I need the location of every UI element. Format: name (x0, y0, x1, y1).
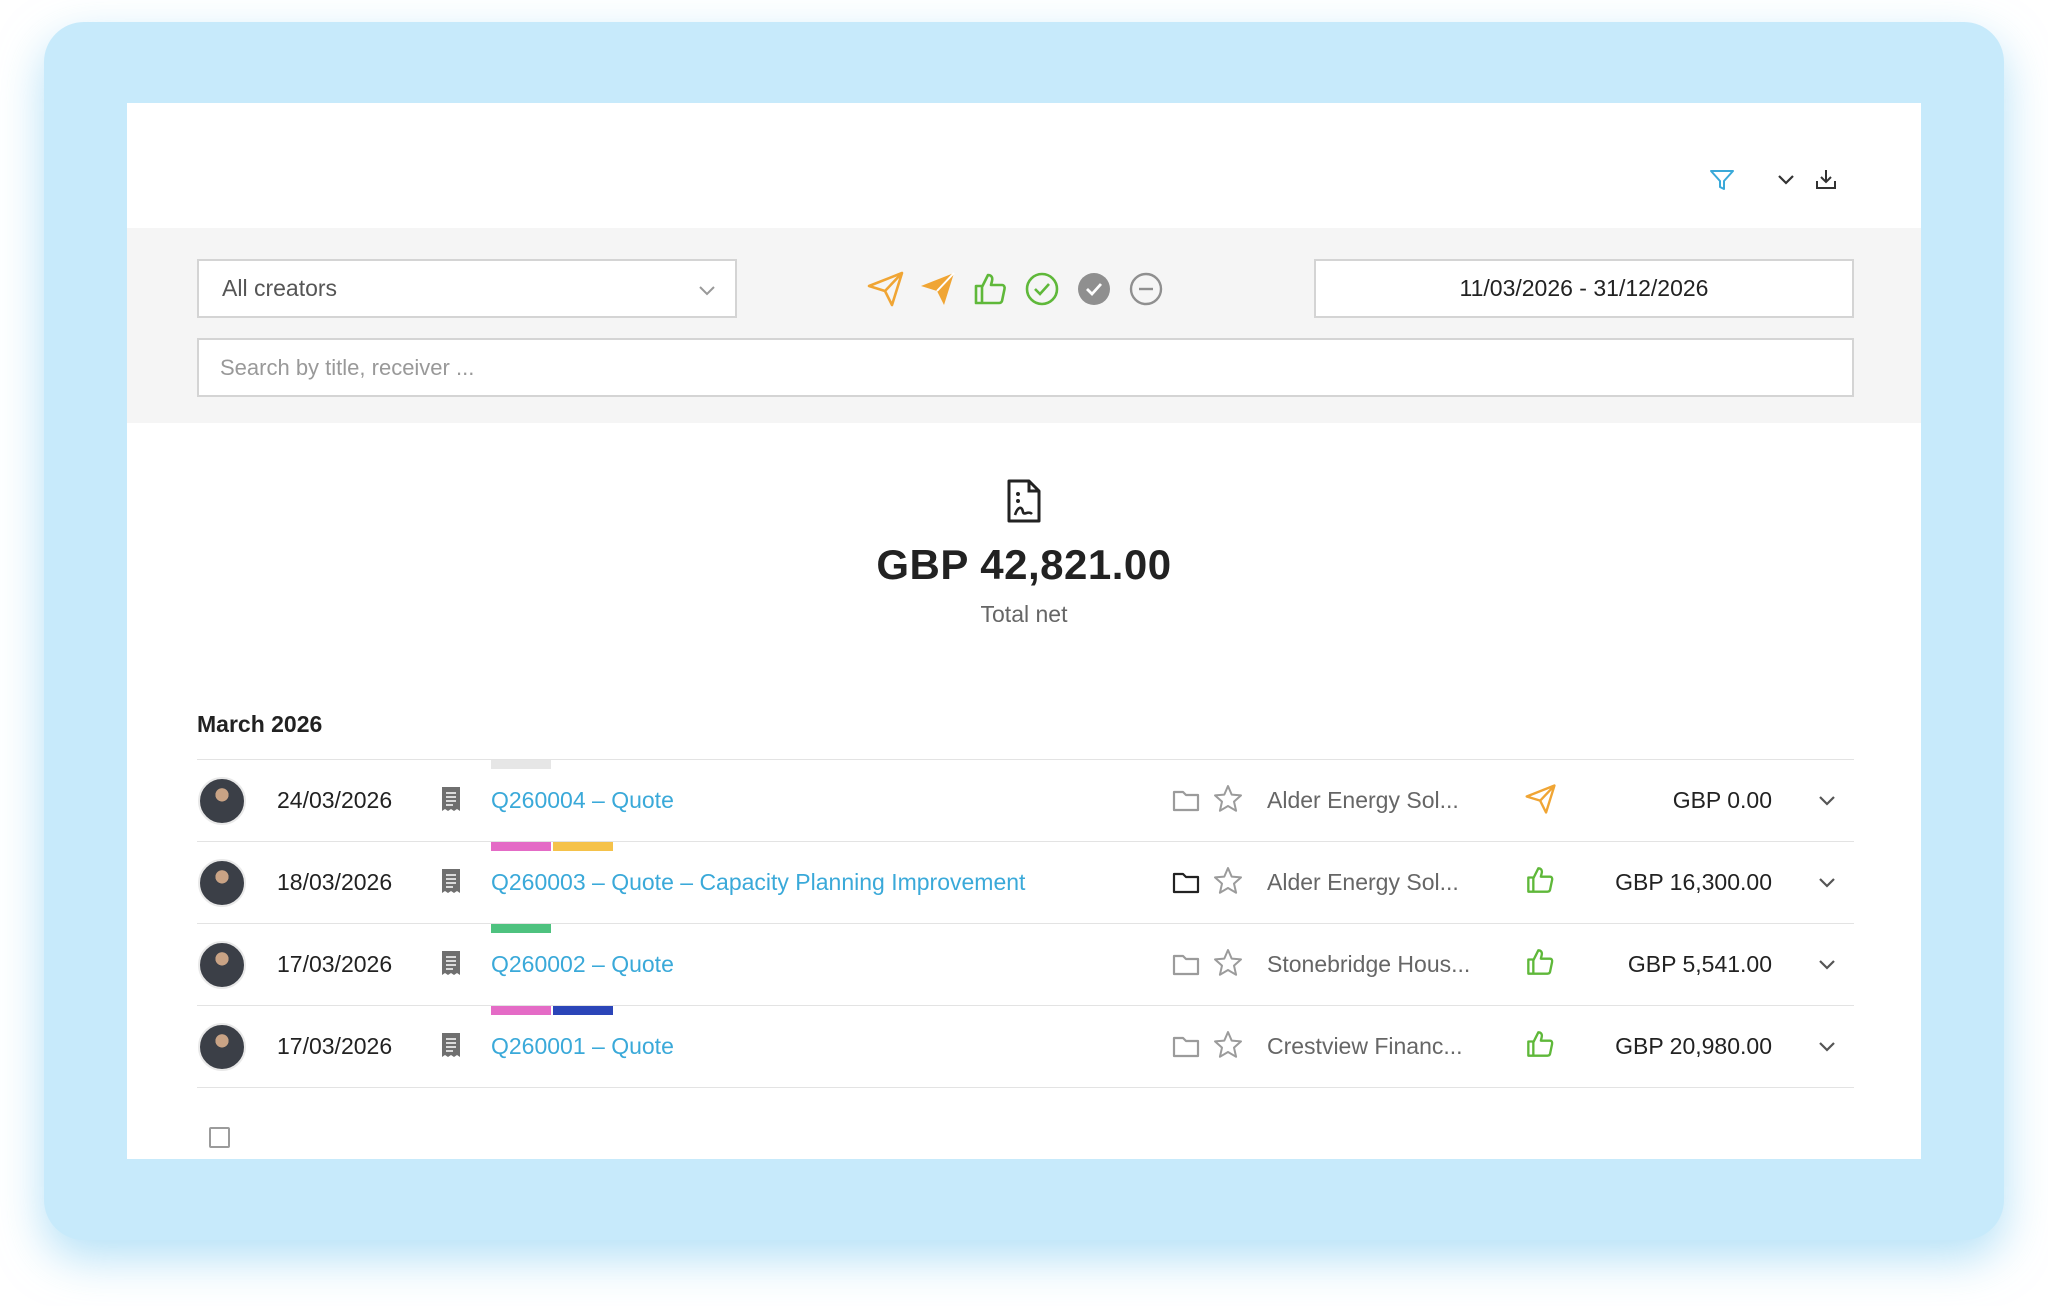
avatar (198, 777, 246, 825)
thumbs-up-icon[interactable] (971, 270, 1009, 308)
label-tag (553, 1006, 613, 1015)
avatar (198, 859, 246, 907)
quote-amount: GBP 0.00 (1672, 787, 1772, 813)
quote-date: 17/03/2026 (277, 951, 393, 977)
paper-plane-outline-icon[interactable] (867, 270, 905, 308)
total-summary: GBP 42,821.00 Total net (127, 478, 1921, 628)
quote-row[interactable]: 18/03/2026 Q260003 – Quote – Capacity Pla… (197, 842, 1854, 924)
receiver-name: Crestview Financ... (1267, 1033, 1463, 1059)
label-tags (491, 924, 551, 933)
filter-icon[interactable] (1707, 165, 1737, 195)
chevron-down-icon[interactable] (1814, 870, 1840, 896)
receipt-icon (439, 785, 463, 813)
total-net-amount: GBP 42,821.00 (876, 541, 1172, 588)
date-range-value: 11/03/2026 - 31/12/2026 (1459, 275, 1709, 301)
download-icon[interactable] (1811, 165, 1841, 195)
quote-date: 17/03/2026 (277, 1033, 393, 1059)
filter-bar: All creators 11/03/2026 - 31/12/2026 Sea… (127, 228, 1921, 423)
label-tag (491, 842, 551, 851)
check-circle-filled-icon[interactable] (1075, 270, 1113, 308)
thumbs-up-icon (1525, 947, 1557, 979)
total-net-label: Total net (980, 601, 1068, 627)
top-actions (1707, 163, 1841, 197)
quote-amount: GBP 5,541.00 (1627, 951, 1772, 977)
quote-title-link[interactable]: Q260002 – Quote (491, 951, 674, 978)
receiver-name: Stonebridge Hous... (1267, 951, 1471, 977)
label-tag (491, 1006, 551, 1015)
quote-list: 24/03/2026 Q260004 – Quote Alder Energy So… (197, 759, 1854, 1088)
creator-select-value: All creators (222, 275, 338, 301)
label-tag (491, 760, 551, 769)
date-range-picker[interactable]: 11/03/2026 - 31/12/2026 (1314, 259, 1854, 318)
quote-title-link[interactable]: Q260003 – Quote – Capacity Planning Impr… (491, 869, 1025, 896)
check-circle-icon[interactable] (1023, 270, 1061, 308)
star-icon[interactable] (1213, 1030, 1243, 1060)
chevron-down-icon[interactable] (1771, 165, 1801, 195)
thumbs-up-icon (1525, 865, 1557, 897)
creator-select[interactable]: All creators (197, 259, 737, 318)
receipt-icon (439, 949, 463, 977)
quote-amount: GBP 20,980.00 (1615, 1033, 1772, 1059)
quotes-panel: All creators 11/03/2026 - 31/12/2026 Sea… (127, 103, 1921, 1159)
label-tags (491, 1006, 613, 1015)
receipt-icon (439, 867, 463, 895)
folder-icon[interactable] (1172, 951, 1200, 977)
search-input[interactable] (197, 338, 1854, 397)
minus-circle-icon[interactable] (1127, 270, 1165, 308)
quote-row[interactable]: 17/03/2026 Q260001 – Quote Crestview Finan… (197, 1006, 1854, 1088)
avatar (198, 941, 246, 989)
folder-icon[interactable] (1172, 787, 1200, 813)
star-icon[interactable] (1213, 866, 1243, 896)
thumbs-up-icon (1525, 1029, 1557, 1061)
label-tag (553, 842, 613, 851)
chevron-down-icon[interactable] (1814, 952, 1840, 978)
month-heading: March 2026 (197, 711, 323, 737)
star-icon[interactable] (1213, 948, 1243, 978)
quote-title-link[interactable]: Q260001 – Quote (491, 1033, 674, 1060)
quote-title-link[interactable]: Q260004 – Quote (491, 787, 674, 814)
folder-icon[interactable] (1172, 869, 1200, 895)
folder-icon[interactable] (1172, 1033, 1200, 1059)
label-tag (491, 924, 551, 933)
label-tags (491, 842, 613, 851)
paper-plane-filled-icon[interactable] (919, 270, 957, 308)
chevron-down-icon (695, 278, 719, 308)
receipt-icon (439, 1031, 463, 1059)
quote-date: 18/03/2026 (277, 869, 393, 895)
quote-date: 24/03/2026 (277, 787, 393, 813)
label-tags (491, 760, 551, 769)
status-filter-icons (867, 259, 1165, 318)
quote-row[interactable]: 17/03/2026 Q260002 – Quote Stonebridge Hou… (197, 924, 1854, 1006)
paper-plane-outline-icon (1525, 783, 1557, 815)
receiver-name: Alder Energy Sol... (1267, 869, 1459, 895)
document-signature-icon (1004, 478, 1044, 524)
avatar (198, 1023, 246, 1071)
quote-amount: GBP 16,300.00 (1615, 869, 1772, 895)
select-all-checkbox[interactable] (209, 1127, 230, 1148)
chevron-down-icon[interactable] (1814, 788, 1840, 814)
star-icon[interactable] (1213, 784, 1243, 814)
quote-row[interactable]: 24/03/2026 Q260004 – Quote Alder Energy So… (197, 760, 1854, 842)
chevron-down-icon[interactable] (1814, 1034, 1840, 1060)
receiver-name: Alder Energy Sol... (1267, 787, 1459, 813)
